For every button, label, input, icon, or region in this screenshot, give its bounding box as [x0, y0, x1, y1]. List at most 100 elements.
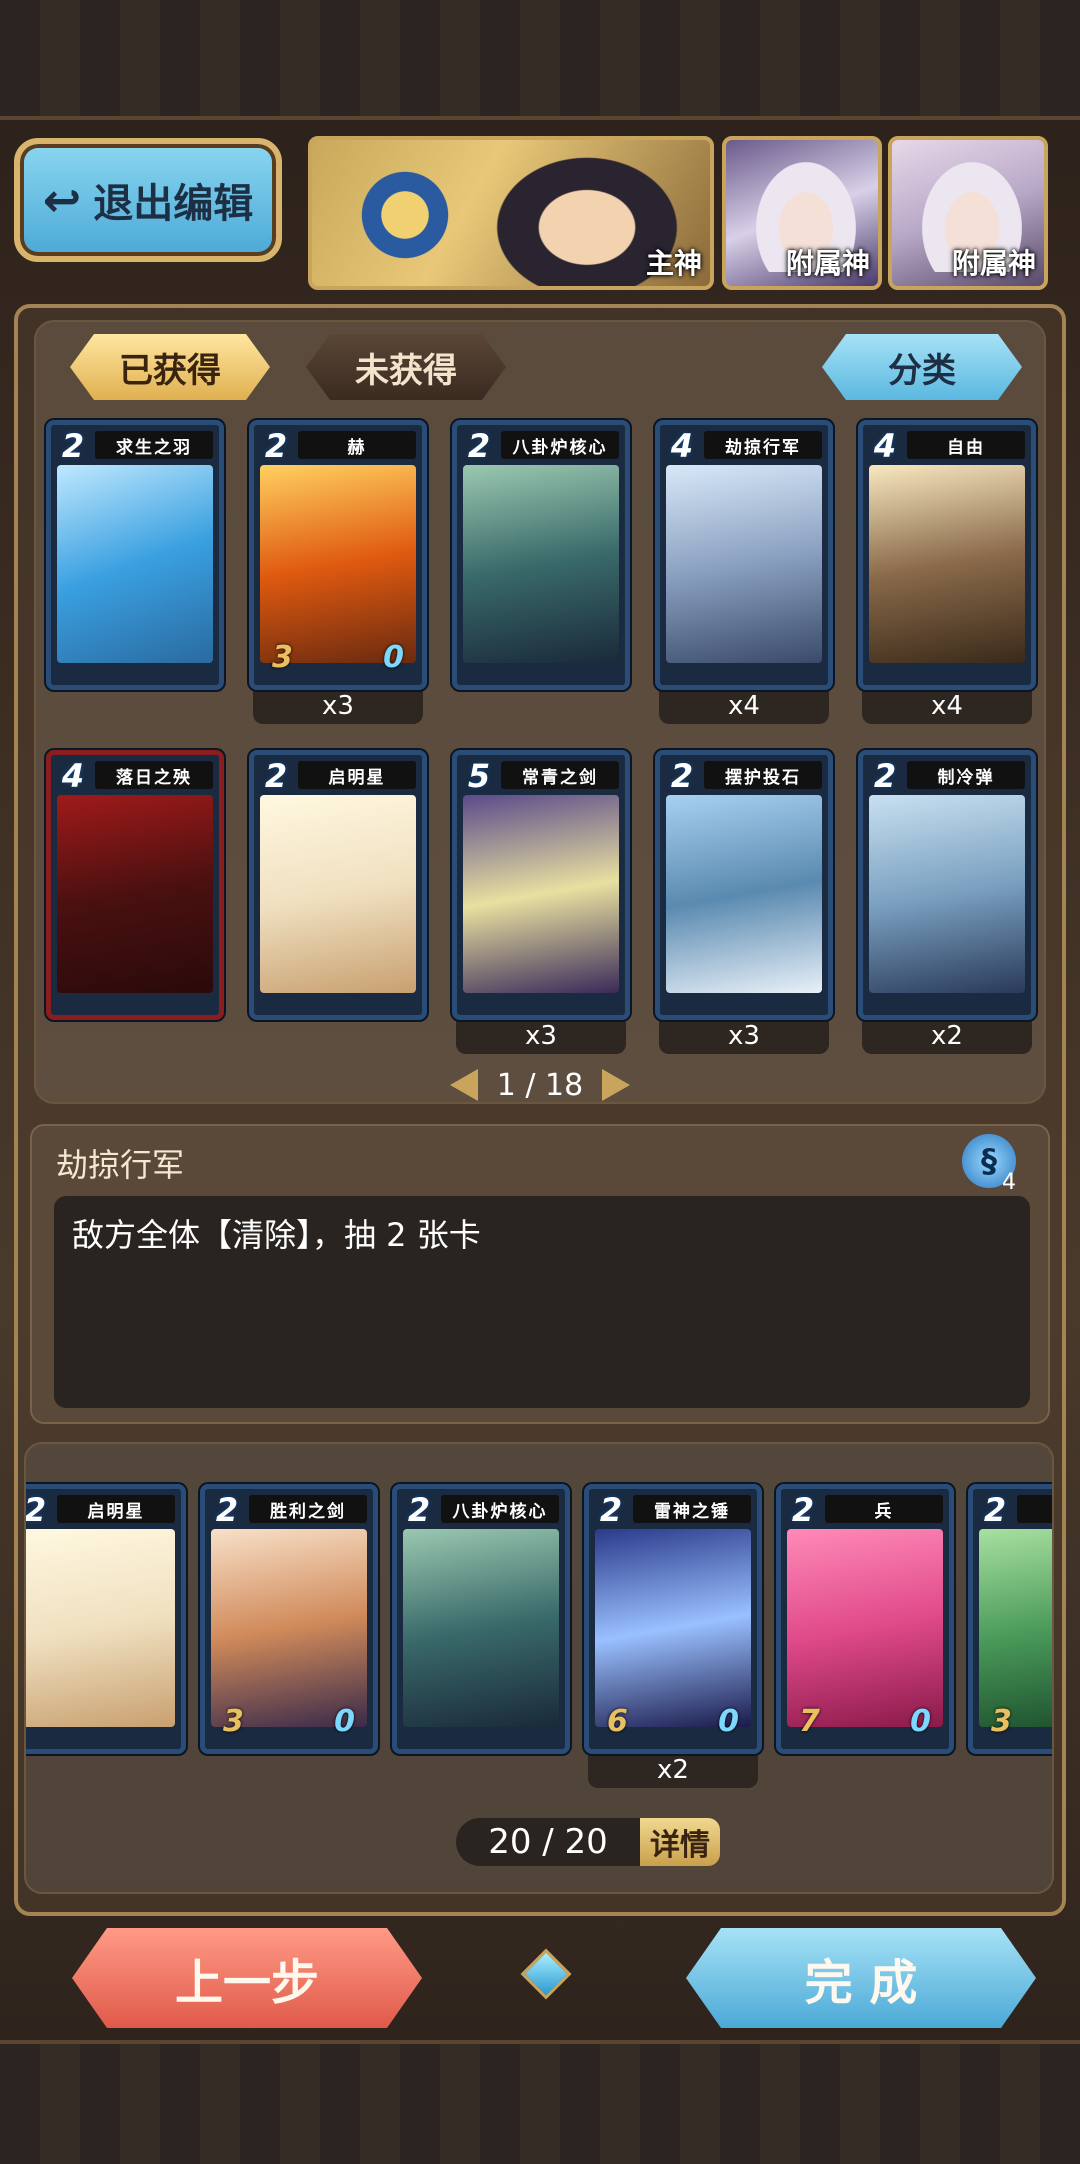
card[interactable]: 2 启明星	[249, 750, 427, 1020]
card[interactable]: 2 雷神之锤 6 0	[584, 1484, 762, 1754]
card-cost: 2	[791, 1491, 815, 1529]
card-detail-description-box: 敌方全体【清除】，抽 2 张卡	[54, 1196, 1030, 1408]
card-art	[869, 795, 1025, 993]
card-cost: 2	[407, 1491, 431, 1529]
card-name: 启明星	[298, 761, 416, 789]
card-copy-count: x2	[588, 1752, 758, 1788]
sub-god-tag: 附属神	[951, 247, 1036, 280]
card-cost: 4	[61, 757, 85, 795]
card[interactable]: 2 启明星	[24, 1484, 186, 1754]
card-cost: 2	[983, 1491, 1007, 1529]
card-cost: 2	[24, 1491, 47, 1529]
card-cost: 4	[873, 427, 897, 465]
card[interactable]: 2 制冷弹	[858, 750, 1036, 1020]
return-arrow-icon: ↩	[42, 173, 82, 227]
card-name: 落日之殃	[95, 761, 213, 789]
prev-page-arrow-icon[interactable]	[450, 1069, 478, 1101]
main-god-portrait[interactable]: 主神	[308, 136, 714, 290]
card-name: 八卦炉核心	[441, 1495, 559, 1523]
card-cost: 2	[264, 427, 288, 465]
card[interactable]: 2 八卦炉核心	[452, 420, 630, 690]
card[interactable]: 2 八卦炉核心	[392, 1484, 570, 1754]
card-attack: 3	[223, 1704, 244, 1739]
card-name: 八卦炉核心	[501, 431, 619, 459]
card-detail-name: 劫掠行军	[56, 1146, 185, 1184]
page-indicator: 1 / 18	[496, 1067, 584, 1103]
sub-god-portrait-2[interactable]: 附属神	[888, 136, 1048, 290]
card[interactable]: 2 摆护投石	[655, 750, 833, 1020]
card-name: 摆护投石	[704, 761, 822, 789]
top-decor-band	[0, 0, 1080, 120]
card[interactable]: 2赫 3 0	[249, 420, 427, 690]
sort-button[interactable]: 分类	[822, 334, 1022, 400]
card-health: 0	[910, 1704, 931, 1739]
previous-step-button[interactable]: 上一步	[72, 1928, 422, 2028]
card-name: 自由	[907, 431, 1025, 459]
center-gem-ornament	[520, 1948, 572, 2000]
card-attack: 3	[991, 1704, 1012, 1739]
card-copy-count: x4	[659, 688, 829, 724]
card[interactable]: 2 胜利之剑 3 0	[200, 1484, 378, 1754]
card[interactable]: 4 自由	[858, 420, 1036, 690]
card-name: 胜利之剑	[249, 1495, 367, 1523]
card-cost: 2	[61, 427, 85, 465]
card-art	[260, 795, 416, 993]
sun-emblem-icon	[350, 160, 460, 270]
sub-god-portrait-1[interactable]: 附属神	[722, 136, 882, 290]
card-name: 求生之羽	[95, 431, 213, 459]
card-cost: 2	[599, 1491, 623, 1529]
card[interactable]: 4 落日之殃	[46, 750, 224, 1020]
collection-pager: 1 / 18	[450, 1062, 630, 1108]
card-copy-count: x4	[862, 688, 1032, 724]
card-cost: 2	[264, 757, 288, 795]
card-art	[57, 465, 213, 663]
card[interactable]: 4 劫掠行军	[655, 420, 833, 690]
card[interactable]: 23	[968, 1484, 1052, 1754]
next-page-arrow-icon[interactable]	[601, 1069, 630, 1101]
card-name: 制冷弹	[907, 761, 1025, 789]
card-art	[787, 1529, 943, 1727]
card-art	[211, 1529, 367, 1727]
card-art	[463, 795, 619, 993]
card-cost: 2	[467, 427, 491, 465]
card[interactable]: 2兵 7 0	[776, 1484, 954, 1754]
deck-counter: 20 / 20 详情	[456, 1816, 720, 1868]
card-art	[595, 1529, 751, 1727]
card-health: 0	[383, 640, 404, 675]
card-art	[26, 1529, 175, 1727]
exit-edit-button[interactable]: ↩ 退出编辑	[14, 138, 282, 262]
card-name: 启明星	[57, 1495, 175, 1523]
card-cost: 5	[467, 757, 491, 795]
card-detail-cost: 4	[1002, 1170, 1016, 1195]
card-cost: 4	[670, 427, 694, 465]
card-copy-count: x3	[659, 1018, 829, 1054]
deck-details-button[interactable]: 详情	[640, 1818, 720, 1866]
card-name: 劫掠行军	[704, 431, 822, 459]
card-attack: 7	[799, 1704, 820, 1739]
done-button[interactable]: 完 成	[686, 1928, 1036, 2028]
card-name: 常青之剑	[501, 761, 619, 789]
sub-god-tag: 附属神	[785, 247, 870, 280]
tab-owned[interactable]: 已获得	[70, 334, 270, 400]
card-art	[403, 1529, 559, 1727]
card-detail-panel: 劫掠行军 § 4 敌方全体【清除】，抽 2 张卡	[30, 1124, 1050, 1424]
card-cost: 2	[670, 757, 694, 795]
card-detail-description: 敌方全体【清除】，抽 2 张卡	[72, 1216, 481, 1254]
card-name: 赫	[298, 431, 416, 459]
card-art	[666, 465, 822, 663]
exit-edit-label: 退出编辑	[93, 181, 254, 227]
card-cost: 2	[215, 1491, 239, 1529]
card[interactable]: 5 常青之剑	[452, 750, 630, 1020]
tab-unowned[interactable]: 未获得	[306, 334, 506, 400]
card-cost: 2	[873, 757, 897, 795]
card-copy-count: x3	[456, 1018, 626, 1054]
card-name: 雷神之锤	[633, 1495, 751, 1523]
card-attack: 3	[272, 640, 293, 675]
card-art	[979, 1529, 1052, 1727]
card-attack: 6	[607, 1704, 628, 1739]
card-name	[1017, 1495, 1052, 1523]
card-health: 0	[334, 1704, 355, 1739]
card[interactable]: 2 求生之羽	[46, 420, 224, 690]
card-art	[463, 465, 619, 663]
card-copy-count: x3	[253, 688, 423, 724]
